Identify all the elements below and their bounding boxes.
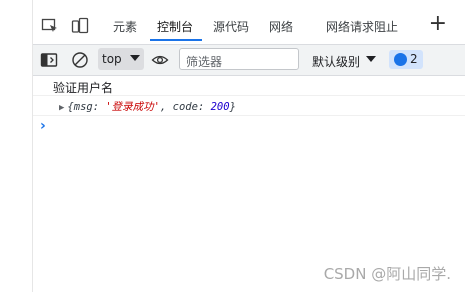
issue-icon	[394, 53, 407, 66]
tab-elements[interactable]: 元素	[113, 18, 137, 35]
console-log-object[interactable]: ▶ {msg: '登录成功', code: 200}	[59, 99, 236, 114]
filter-placeholder: 筛选器	[186, 55, 223, 69]
tab-sources[interactable]: 源代码	[213, 18, 249, 35]
chevron-down-icon[interactable]	[366, 54, 376, 64]
expand-triangle-icon[interactable]: ▶	[59, 103, 64, 113]
eye-icon[interactable]	[151, 51, 169, 69]
page-left-edge	[0, 0, 33, 292]
plus-icon[interactable]: +	[429, 12, 447, 36]
clear-console-icon[interactable]	[71, 51, 89, 69]
issues-count: 2	[410, 52, 418, 66]
context-label: top	[102, 52, 122, 66]
devtools-tabbar: 元素 控制台 源代码 网络 网络请求阻止 +	[33, 10, 465, 42]
log-levels-dropdown[interactable]: 默认级别	[312, 53, 360, 70]
message-divider	[33, 115, 465, 116]
issues-badge[interactable]: 2	[389, 50, 423, 69]
inspect-element-icon[interactable]	[41, 17, 59, 35]
console-log-message: 验证用户名	[53, 81, 114, 95]
devtools-panel: 元素 控制台 源代码 网络 网络请求阻止 + top 筛选器 默认级别 2 验证…	[33, 0, 465, 292]
tab-network-request-blocking[interactable]: 网络请求阻止	[326, 18, 398, 35]
device-toolbar-icon[interactable]	[71, 17, 89, 35]
tab-console[interactable]: 控制台	[157, 18, 193, 35]
sidebar-toggle-icon[interactable]	[40, 51, 58, 69]
filter-input[interactable]: 筛选器	[179, 48, 299, 70]
chevron-down-icon	[130, 55, 140, 61]
console-prompt-icon[interactable]: ›	[40, 118, 46, 134]
watermark-text: CSDN @阿山同学.	[323, 265, 451, 283]
message-divider	[33, 95, 465, 96]
active-tab-indicator	[150, 39, 202, 41]
context-selector[interactable]: top	[98, 48, 144, 70]
console-toolbar: top 筛选器 默认级别 2	[33, 44, 465, 76]
tab-network[interactable]: 网络	[269, 18, 293, 35]
